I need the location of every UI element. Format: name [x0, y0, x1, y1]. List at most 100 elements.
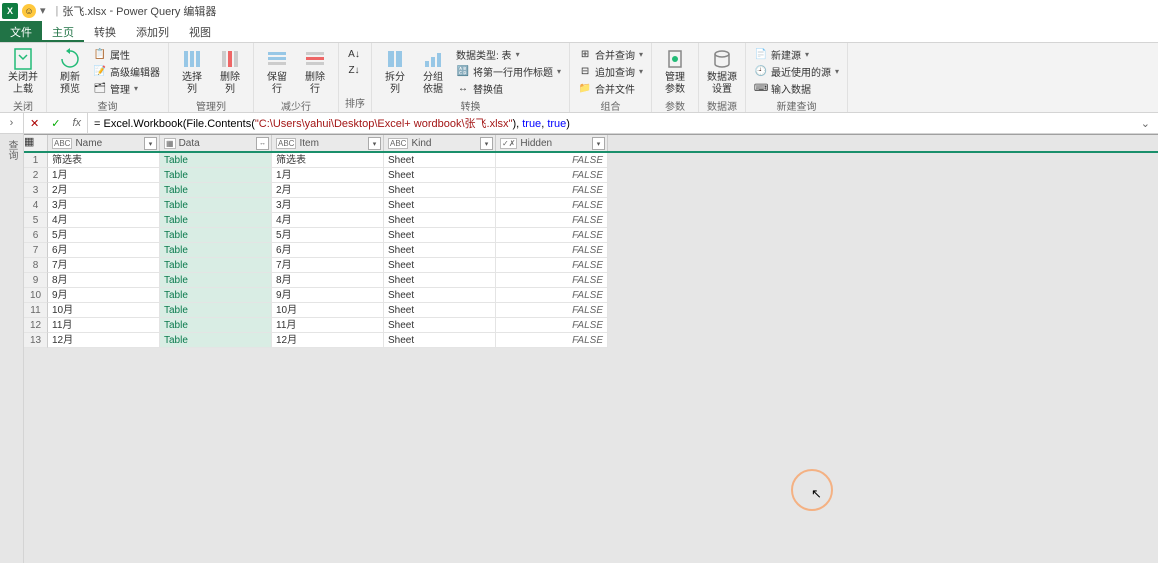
cell-item[interactable]: 4月 [272, 213, 384, 228]
sort-asc-button[interactable]: A↓ [347, 47, 361, 61]
column-header-data[interactable]: ▦Data↔ [160, 135, 272, 151]
cell-name[interactable]: 6月 [48, 243, 160, 258]
cell-item[interactable]: 8月 [272, 273, 384, 288]
cell-item[interactable]: 2月 [272, 183, 384, 198]
row-number[interactable]: 7 [24, 243, 48, 258]
cell-name[interactable]: 筛选表 [48, 153, 160, 168]
cell-name[interactable]: 4月 [48, 213, 160, 228]
row-number[interactable]: 10 [24, 288, 48, 303]
cell-kind[interactable]: Sheet [384, 243, 496, 258]
cell-name[interactable]: 11月 [48, 318, 160, 333]
cell-data-link[interactable]: Table [160, 198, 272, 213]
keep-rows-button[interactable]: 保留 行 [260, 45, 294, 98]
cell-hidden[interactable]: FALSE [496, 333, 608, 348]
cell-name[interactable]: 3月 [48, 198, 160, 213]
cell-name[interactable]: 10月 [48, 303, 160, 318]
merge-queries-button[interactable]: ⊞合并查询▾ [578, 47, 643, 62]
formula-accept-button[interactable]: ✓ [45, 117, 66, 130]
formula-dropdown[interactable]: ⌄ [1133, 117, 1158, 130]
split-column-button[interactable]: 拆分 列 [378, 45, 412, 98]
advanced-editor-button[interactable]: 📝高级编辑器 [93, 64, 160, 79]
formula-cancel-button[interactable]: ✕ [24, 117, 45, 130]
smiley-icon[interactable]: ☺ [22, 4, 36, 18]
grid-corner-icon[interactable]: ▦ [24, 135, 48, 151]
cell-kind[interactable]: Sheet [384, 288, 496, 303]
cell-name[interactable]: 9月 [48, 288, 160, 303]
cell-data-link[interactable]: Table [160, 288, 272, 303]
quick-access-dropdown[interactable]: ▾ [40, 4, 46, 17]
table-row[interactable]: 98月Table8月SheetFALSE [24, 273, 1158, 288]
cell-data-link[interactable]: Table [160, 318, 272, 333]
tab-home[interactable]: 主页 [42, 21, 84, 42]
cell-kind[interactable]: Sheet [384, 303, 496, 318]
refresh-preview-button[interactable]: 刷新 预览 [53, 45, 87, 98]
cell-kind[interactable]: Sheet [384, 273, 496, 288]
table-row[interactable]: 43月Table3月SheetFALSE [24, 198, 1158, 213]
new-source-button[interactable]: 📄新建源▾ [754, 47, 839, 62]
cell-hidden[interactable]: FALSE [496, 183, 608, 198]
cell-hidden[interactable]: FALSE [496, 168, 608, 183]
cell-item[interactable]: 筛选表 [272, 153, 384, 168]
cell-hidden[interactable]: FALSE [496, 198, 608, 213]
cell-hidden[interactable]: FALSE [496, 303, 608, 318]
cell-item[interactable]: 12月 [272, 333, 384, 348]
filter-dropdown-icon[interactable]: ▾ [144, 137, 157, 150]
cell-name[interactable]: 2月 [48, 183, 160, 198]
enter-data-button[interactable]: ⌨输入数据 [754, 81, 839, 96]
tab-file[interactable]: 文件 [0, 21, 42, 42]
choose-columns-button[interactable]: 选择 列 [175, 45, 209, 98]
column-header-hidden[interactable]: ✓✗Hidden▾ [496, 135, 608, 151]
manage-params-button[interactable]: 管理 参数 [658, 45, 692, 98]
row-number[interactable]: 6 [24, 228, 48, 243]
cell-data-link[interactable]: Table [160, 228, 272, 243]
table-row[interactable]: 1312月Table12月SheetFALSE [24, 333, 1158, 348]
cell-item[interactable]: 9月 [272, 288, 384, 303]
cell-data-link[interactable]: Table [160, 333, 272, 348]
cell-name[interactable]: 1月 [48, 168, 160, 183]
recent-sources-button[interactable]: 🕘最近使用的源▾ [754, 64, 839, 79]
cell-hidden[interactable]: FALSE [496, 213, 608, 228]
cell-data-link[interactable]: Table [160, 273, 272, 288]
table-row[interactable]: 21月Table1月SheetFALSE [24, 168, 1158, 183]
row-number[interactable]: 3 [24, 183, 48, 198]
cell-kind[interactable]: Sheet [384, 213, 496, 228]
row-number[interactable]: 5 [24, 213, 48, 228]
table-row[interactable]: 109月Table9月SheetFALSE [24, 288, 1158, 303]
table-row[interactable]: 32月Table2月SheetFALSE [24, 183, 1158, 198]
first-row-header-button[interactable]: 🔠将第一行用作标题▾ [456, 64, 561, 79]
cell-kind[interactable]: Sheet [384, 198, 496, 213]
expand-icon[interactable]: ↔ [256, 137, 269, 150]
row-number[interactable]: 12 [24, 318, 48, 333]
cell-item[interactable]: 7月 [272, 258, 384, 273]
cell-kind[interactable]: Sheet [384, 333, 496, 348]
cell-data-link[interactable]: Table [160, 243, 272, 258]
cell-kind[interactable]: Sheet [384, 168, 496, 183]
filter-dropdown-icon[interactable]: ▾ [592, 137, 605, 150]
sort-desc-button[interactable]: Z↓ [347, 63, 361, 77]
tab-view[interactable]: 视图 [179, 21, 221, 42]
filter-dropdown-icon[interactable]: ▾ [368, 137, 381, 150]
cell-data-link[interactable]: Table [160, 153, 272, 168]
table-row[interactable]: 1筛选表Table筛选表SheetFALSE [24, 153, 1158, 168]
cell-name[interactable]: 12月 [48, 333, 160, 348]
cell-kind[interactable]: Sheet [384, 153, 496, 168]
cell-hidden[interactable]: FALSE [496, 318, 608, 333]
cell-name[interactable]: 8月 [48, 273, 160, 288]
row-number[interactable]: 2 [24, 168, 48, 183]
tab-addcolumn[interactable]: 添加列 [126, 21, 179, 42]
row-number[interactable]: 4 [24, 198, 48, 213]
cell-data-link[interactable]: Table [160, 183, 272, 198]
properties-button[interactable]: 📋属性 [93, 47, 160, 62]
column-header-name[interactable]: ABCName▾ [48, 135, 160, 151]
cell-hidden[interactable]: FALSE [496, 243, 608, 258]
table-row[interactable]: 54月Table4月SheetFALSE [24, 213, 1158, 228]
cell-data-link[interactable]: Table [160, 258, 272, 273]
column-header-kind[interactable]: ABCKind▾ [384, 135, 496, 151]
cell-hidden[interactable]: FALSE [496, 273, 608, 288]
table-row[interactable]: 1110月Table10月SheetFALSE [24, 303, 1158, 318]
row-number[interactable]: 11 [24, 303, 48, 318]
row-number[interactable]: 8 [24, 258, 48, 273]
row-number[interactable]: 13 [24, 333, 48, 348]
datasource-settings-button[interactable]: 数据源 设置 [705, 45, 739, 98]
tab-transform[interactable]: 转换 [84, 21, 126, 42]
